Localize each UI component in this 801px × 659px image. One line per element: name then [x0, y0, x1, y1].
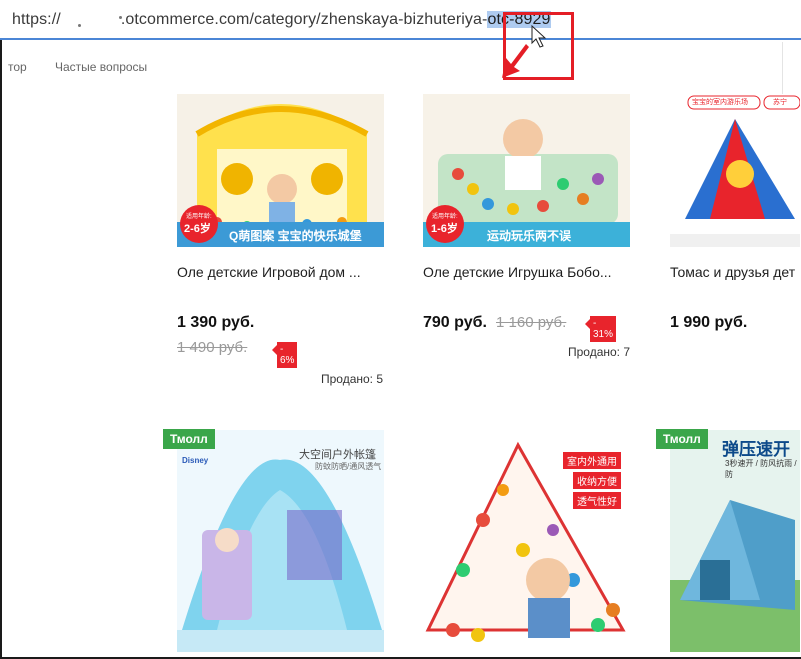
product-name[interactable]: Оле детские Игровой дом ...	[177, 264, 361, 280]
old-price: 1 160 руб.	[496, 314, 567, 331]
product-image[interactable]: Disney 大空间户外帐篷 防蚊防晒/通风透气	[177, 430, 384, 652]
image-tag: 收纳方便	[573, 472, 621, 489]
thomas-tent-image	[670, 94, 800, 247]
sold-count: Продано: 7	[568, 345, 631, 359]
product-name[interactable]: Оле детские Игрушка Бобо...	[423, 264, 612, 280]
brand-logo: Disney	[182, 456, 209, 465]
focus-underline	[0, 38, 801, 40]
image-subtitle: 3秒速开 / 防风抗雨 / 防	[725, 459, 797, 479]
age-badge: 2-6岁	[184, 223, 211, 235]
nav-item-faq[interactable]: Частые вопросы	[55, 60, 147, 74]
tmall-badge: Тмолл	[656, 429, 708, 449]
old-price: 1 490 руб.	[177, 339, 248, 356]
age-badge: 1-6岁	[431, 223, 458, 235]
product-name[interactable]: Томас и друзья дет	[670, 264, 795, 280]
discount-badge: - 6%	[271, 342, 298, 368]
image-banner: 运动玩乐两不误	[487, 229, 572, 243]
redaction-mark	[78, 24, 81, 27]
age-badge-label: 适用年龄:	[186, 214, 212, 220]
product-image[interactable]: 弹压速开 3秒速开 / 防风抗雨 / 防	[670, 430, 800, 652]
product-image[interactable]: 适用年龄: 1-6岁 运动玩乐两不误	[423, 94, 630, 247]
image-tag: 透气性好	[573, 492, 621, 509]
image-title: 弹压速开	[722, 440, 790, 459]
product-image[interactable]: 室内外通用 收纳方便 透气性好	[423, 430, 630, 652]
divider	[782, 42, 783, 97]
product-price: 1 990 руб.	[670, 314, 748, 331]
arrow-icon	[502, 44, 529, 78]
discount-badge: - 31%	[584, 316, 617, 342]
product-price: 790 руб.	[423, 314, 487, 331]
address-bar[interactable]: https://.otcommerce.com/category/zhenska…	[0, 0, 801, 40]
sold-count: Продано: 5	[321, 372, 384, 386]
tmall-badge: Тмолл	[163, 429, 215, 449]
image-tag: 室内外通用	[563, 452, 621, 469]
redaction-mark	[119, 16, 122, 19]
product-image[interactable]: 适用年龄: 2-6岁 Q萌图案 宝宝的快乐城堡	[177, 94, 384, 247]
url-text[interactable]: https://.otcommerce.com/category/zhenska…	[12, 11, 551, 29]
image-subtitle: 防蚊防晒/通风透气	[315, 462, 382, 471]
product-price: 1 390 руб.	[177, 314, 255, 331]
age-badge-label: 适用年龄:	[432, 214, 458, 220]
nav-item-cut[interactable]: тор	[8, 60, 27, 74]
image-title: 大空间户外帐篷	[299, 449, 376, 461]
mouse-cursor-icon	[531, 25, 547, 48]
product-image[interactable]: 宝宝的室内游乐场 苏宁	[670, 94, 800, 247]
image-tag: 宝宝的室内游乐场	[692, 99, 748, 106]
image-tag: 苏宁	[773, 99, 787, 106]
image-banner: Q萌图案 宝宝的快乐城堡	[229, 229, 362, 243]
